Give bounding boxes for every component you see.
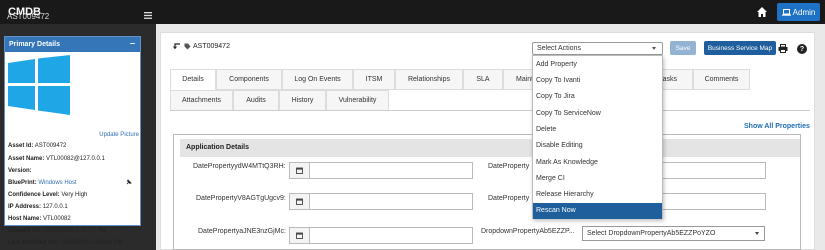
date-property-field-2[interactable]	[289, 193, 473, 210]
tag-icon	[184, 43, 191, 50]
dropdown-property-select[interactable]: Select DropdownPropertyAb5EZZPoYZO	[582, 226, 765, 241]
application-details-header: Application Details	[180, 139, 800, 157]
date-property-field-3[interactable]	[289, 227, 473, 244]
tab-audits[interactable]: Audits	[233, 90, 279, 111]
pin-icon[interactable]	[126, 179, 132, 185]
print-icon[interactable]	[778, 44, 788, 53]
home-icon[interactable]	[756, 6, 768, 18]
primary-details-panel: Primary Details – Update Picture Asset I…	[4, 36, 141, 246]
calendar-icon[interactable]	[290, 228, 310, 243]
info-asset-id: Asset Id: AST009472	[8, 143, 67, 149]
select-actions-dropdown[interactable]: Select Actions	[532, 42, 663, 55]
windows-logo	[8, 55, 70, 115]
info-blueprint: BluePrint: Windows Host	[8, 180, 77, 186]
primary-details-header: Primary Details –	[5, 37, 140, 52]
info-asset-name: Asset Name: VTL00082@127.0.0.1	[8, 156, 105, 162]
date-property-field-5[interactable]	[662, 193, 766, 210]
tab-vulnerability[interactable]: Vulnerability	[326, 90, 389, 111]
hamburger-menu-icon[interactable]	[144, 12, 152, 19]
help-icon[interactable]: ?	[797, 44, 807, 54]
info-host-name: Host Name: VTL00082	[8, 216, 71, 222]
menu-item-merge-ci[interactable]: Merge CI	[533, 171, 662, 187]
info-version: Version:	[8, 168, 32, 174]
menu-item-copy-to-jira[interactable]: Copy To Jira	[533, 89, 662, 105]
top-navbar: CMDB Admin	[0, 0, 825, 24]
menu-item-copy-to-servicenow[interactable]: Copy To ServiceNow	[533, 106, 662, 122]
date-property-field-1[interactable]	[289, 162, 473, 179]
tabs-divider	[170, 110, 810, 111]
update-picture-link[interactable]: Update Picture	[99, 132, 139, 138]
show-all-properties-link[interactable]: Show All Properties	[744, 123, 810, 130]
sidebar-asset-title: AST009472	[7, 12, 50, 21]
business-service-map-button[interactable]: Business Service Map	[704, 41, 776, 55]
select-actions-label: Select Actions	[537, 45, 581, 52]
admin-label: Admin	[792, 7, 816, 17]
collapse-icon[interactable]: –	[130, 39, 135, 48]
tab-attachments[interactable]: Attachments	[170, 90, 233, 111]
save-button[interactable]: Save	[670, 41, 696, 55]
actions-menu: Add Property Copy To Ivanti Copy To Jira…	[532, 55, 663, 219]
blueprint-link[interactable]: Windows Host	[38, 180, 76, 186]
date-property-label-2: DatePropertyV8AGTgUgcv9:	[196, 195, 286, 202]
date-property-label-4: DateProperty	[488, 163, 530, 170]
calendar-icon[interactable]	[290, 194, 310, 209]
menu-item-rescan-now[interactable]: Rescan Now	[533, 203, 662, 219]
laptop-icon	[781, 8, 791, 16]
menu-item-delete[interactable]: Delete	[533, 122, 662, 138]
calendar-icon[interactable]	[290, 163, 310, 178]
admin-button[interactable]: Admin	[777, 3, 820, 21]
tab-comments[interactable]: Comments	[693, 69, 750, 90]
menu-item-disable-editing[interactable]: Disable Editing	[533, 138, 662, 154]
info-last-modified: Last Modified On: 09/25/2025,4:50:44 PM	[8, 240, 123, 246]
menu-item-copy-to-ivanti[interactable]: Copy To Ivanti	[533, 73, 662, 89]
chevron-down-icon	[652, 47, 656, 50]
tab-history[interactable]: History	[279, 90, 326, 111]
menu-item-release-hierarchy[interactable]: Release Hierarchy	[533, 187, 662, 203]
info-confidence: Confidence Level: Very High	[8, 192, 88, 198]
info-created-on: Created On: 09/25/2025,2:25:24 PM	[8, 228, 107, 234]
menu-item-add-property[interactable]: Add Property	[533, 57, 662, 73]
tab-details[interactable]: Details	[170, 69, 216, 90]
date-property-label-1: DatePropertyydW4MTtQ3RH:	[193, 163, 286, 170]
date-property-label-5: DateProperty	[488, 195, 530, 202]
menu-item-mark-as-knowledge[interactable]: Mark As Knowledge	[533, 155, 662, 171]
tab-components[interactable]: Components	[216, 69, 282, 90]
date-property-field-4[interactable]	[662, 162, 766, 179]
chevron-down-icon	[755, 232, 759, 235]
tab-sla[interactable]: SLA	[463, 69, 503, 90]
tab-log-on-events[interactable]: Log On Events	[282, 69, 353, 90]
info-ip-address: IP Address: 127.0.0.1	[8, 204, 68, 210]
dropdown-property-label: DropdownPropertyAb5EZZP...	[481, 228, 575, 235]
back-arrow-icon[interactable]	[173, 43, 181, 49]
panel-title: Primary Details	[9, 41, 60, 48]
asset-title: AST009472	[193, 43, 230, 50]
tab-relationships[interactable]: Relationships	[395, 69, 463, 90]
dropdown-property-value: Select DropdownPropertyAb5EZZPoYZO	[587, 230, 716, 237]
tab-itsm[interactable]: ITSM	[353, 69, 395, 90]
date-property-label-3: DatePropertyaJNE3nzGjMc:	[198, 228, 286, 235]
